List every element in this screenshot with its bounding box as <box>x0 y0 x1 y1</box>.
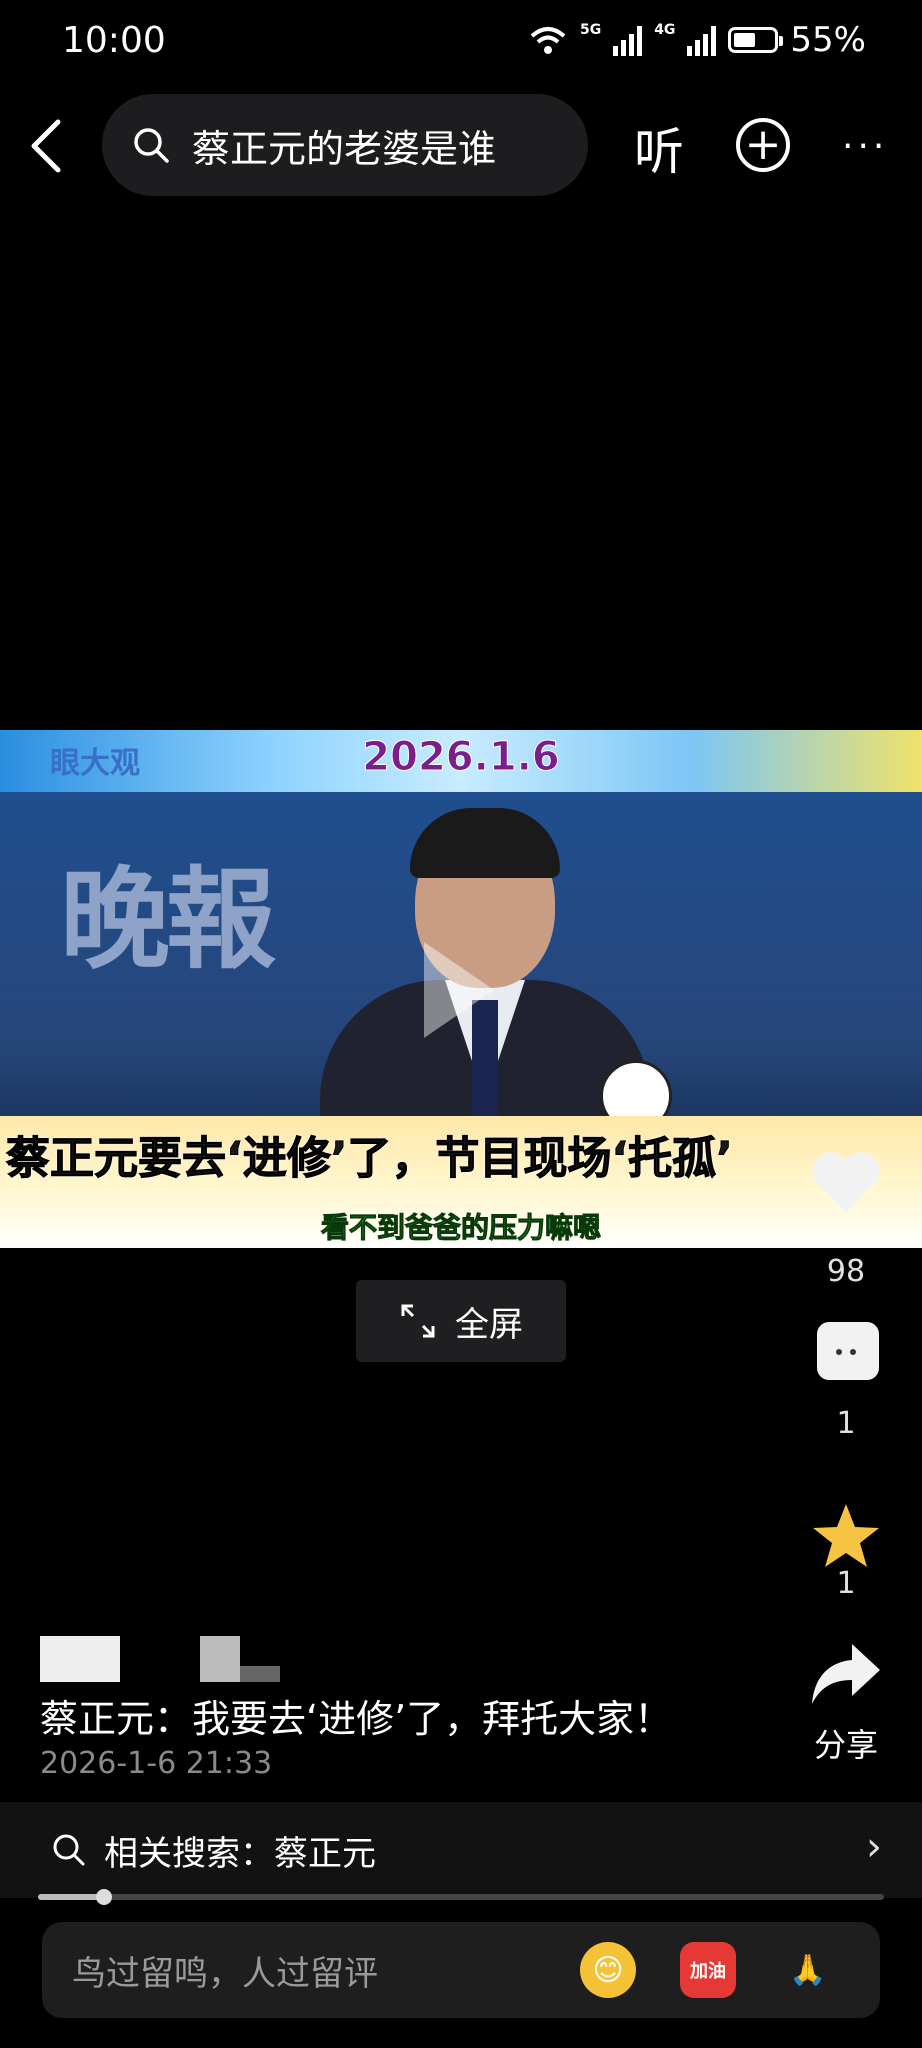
search-icon <box>134 128 169 163</box>
chevron-right-icon: › <box>866 1824 882 1870</box>
search-icon <box>53 1834 85 1866</box>
chevron-left-icon <box>31 119 61 173</box>
search-input[interactable]: 蔡正元的老婆是谁 <box>102 94 588 196</box>
related-search-bar[interactable]: 相关搜索：蔡正元 › <box>0 1802 922 1898</box>
listen-button[interactable]: 听 <box>634 112 684 184</box>
status-time: 10:00 <box>62 20 166 61</box>
share-label: 分享 <box>813 1726 878 1764</box>
related-search-label: 相关搜索：蔡正元 <box>104 1833 376 1874</box>
wifi-icon <box>530 27 566 54</box>
heart-icon <box>812 1152 880 1212</box>
signal-5g-icon <box>613 24 643 56</box>
battery-percent: 55% <box>790 20 866 60</box>
comment-count: 1 <box>836 1406 856 1441</box>
status-icons: 5G 4G 55% <box>528 20 866 60</box>
more-options-button[interactable]: ··· <box>842 126 888 167</box>
battery-icon <box>728 27 784 53</box>
comment-placeholder: 鸟过留鸣，人过留评 <box>72 1953 378 1994</box>
pray-emoji-icon[interactable]: 🙏 <box>780 1942 836 1998</box>
network-4g-label: 4G <box>654 22 676 38</box>
plus-icon: + <box>744 119 782 170</box>
post-timestamp: 2026-1-6 21:33 <box>40 1746 273 1781</box>
comment-input[interactable]: 鸟过留鸣，人过留评 😊 加油 🙏 <box>42 1922 880 2018</box>
add-button[interactable]: + <box>736 118 790 172</box>
like-button[interactable] <box>800 1150 892 1216</box>
favorite-count: 1 <box>836 1566 856 1601</box>
ellipsis-icon: ··· <box>842 126 889 167</box>
signal-4g-icon <box>687 24 717 56</box>
star-icon <box>813 1504 879 1567</box>
expand-icon <box>401 1304 435 1338</box>
video-date-overlay: 2026.1.6 <box>362 734 560 781</box>
search-query: 蔡正元的老婆是谁 <box>192 126 497 171</box>
battery-fill <box>734 33 756 47</box>
fullscreen-label: 全屏 <box>455 1304 523 1345</box>
like-count: 98 <box>826 1254 866 1289</box>
comment-button[interactable] <box>800 1320 892 1396</box>
play-icon[interactable] <box>424 942 494 1038</box>
video-caption: 蔡正元要去‘进修’了，节目现场‘托孤’ <box>6 1133 734 1185</box>
author-name-blurred[interactable] <box>40 1636 280 1684</box>
share-button[interactable] <box>800 1640 892 1710</box>
video-subtitle: 看不到爸爸的压力嘛嗯 <box>320 1211 601 1245</box>
comment-icon <box>817 1322 879 1380</box>
progress-handle[interactable] <box>96 1889 112 1905</box>
video-studio-backdrop-text: 晚報 <box>60 856 276 984</box>
favorite-button[interactable] <box>800 1500 892 1572</box>
video-player[interactable]: 眼大观 2026.1.6 晚報 蔡正元要去‘进修’了，节目现场‘托孤’ 看不到爸… <box>0 730 922 1248</box>
blush-emoji-icon[interactable]: 😊 <box>580 1942 636 1998</box>
progress-fill <box>38 1894 102 1900</box>
video-progress-bar[interactable] <box>38 1889 884 1905</box>
share-icon <box>812 1644 880 1704</box>
post-text: 蔡正元：我要去‘进修’了，拜托大家！ <box>40 1697 673 1741</box>
cheer-sticker-icon[interactable]: 加油 <box>680 1942 736 1998</box>
fullscreen-button[interactable]: 全屏 <box>356 1280 566 1362</box>
network-5g-label: 5G <box>579 22 602 38</box>
back-button[interactable] <box>26 118 76 178</box>
